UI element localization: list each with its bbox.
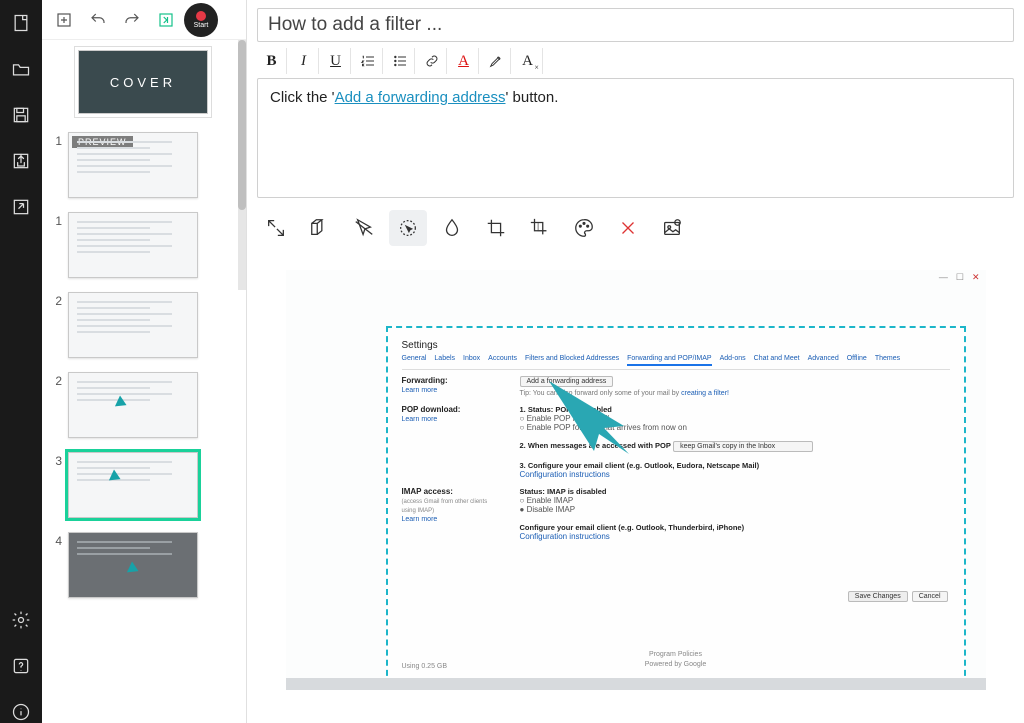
step-number: 4 [48, 532, 62, 548]
record-label: Start [194, 22, 209, 29]
italic-button[interactable]: I [289, 48, 319, 74]
step-thumb-4[interactable] [68, 532, 198, 598]
link-button[interactable] [417, 48, 447, 74]
merge-button[interactable] [150, 4, 182, 36]
taskbar [286, 678, 986, 690]
settings-heading: Settings [402, 340, 950, 351]
pointer-icon[interactable] [345, 210, 383, 246]
save-icon[interactable] [10, 104, 32, 126]
settings-footer-buttons: Save Changes Cancel [848, 591, 948, 602]
step-row: 1 [48, 212, 238, 278]
redo-button[interactable] [116, 4, 148, 36]
bold-button[interactable]: B [257, 48, 287, 74]
spotlight-icon[interactable] [389, 210, 427, 246]
record-button[interactable]: Start [184, 3, 218, 37]
steps-toolbar: Start [42, 0, 246, 40]
screenshot-canvas[interactable]: —☐✕ Settings General Labels Inbox Accoun… [247, 254, 1024, 723]
window-controls: —☐✕ [939, 272, 980, 283]
cancel-button: Cancel [912, 591, 948, 602]
help-icon[interactable] [10, 655, 32, 677]
step-number: 2 [48, 372, 62, 388]
format-toolbar: B I U A A× [247, 48, 1024, 78]
add-step-button[interactable] [48, 4, 80, 36]
open-icon[interactable] [10, 58, 32, 80]
image-toolbar [247, 208, 1024, 254]
tab-forwarding: Forwarding and POP/IMAP [627, 355, 711, 366]
step-row: 2 [48, 372, 238, 438]
replace-image-icon[interactable] [653, 210, 691, 246]
save-changes-button: Save Changes [848, 591, 908, 602]
desc-text: Click the ' [270, 89, 335, 106]
blur-icon[interactable] [433, 210, 471, 246]
delete-icon[interactable] [609, 210, 647, 246]
step-row: 1 PREVIEW [48, 132, 238, 198]
share-icon[interactable] [10, 196, 32, 218]
step-number: 3 [48, 452, 62, 468]
text-color-button[interactable]: A [449, 48, 479, 74]
step-number: 1 [48, 132, 62, 148]
info-icon[interactable] [10, 701, 32, 723]
settings-panel: Settings General Labels Inbox Accounts F… [394, 334, 958, 678]
step-number: 2 [48, 292, 62, 308]
highlight-button[interactable] [481, 48, 511, 74]
rectangle-icon[interactable] [301, 210, 339, 246]
steps-list[interactable]: COVER 1 PREVIEW 1 2 2 3 [42, 40, 246, 723]
selection-box[interactable]: Settings General Labels Inbox Accounts F… [386, 326, 966, 686]
screenshot: —☐✕ Settings General Labels Inbox Accoun… [286, 270, 986, 690]
clear-format-button[interactable]: A× [513, 48, 543, 74]
ordered-list-button[interactable] [353, 48, 383, 74]
desc-link: Add a forwarding address [335, 89, 506, 106]
step-thumb-1b[interactable] [68, 212, 198, 278]
app-rail [0, 0, 42, 723]
underline-button[interactable]: U [321, 48, 351, 74]
expand-icon[interactable] [257, 210, 295, 246]
settings-icon[interactable] [10, 609, 32, 631]
undo-button[interactable] [82, 4, 114, 36]
desc-text: ' button. [506, 89, 559, 106]
new-doc-icon[interactable] [10, 12, 32, 34]
step-row: 3 [48, 452, 238, 518]
cover-slide[interactable]: COVER [78, 50, 208, 114]
step-thumb-1a[interactable]: PREVIEW [68, 132, 198, 198]
unordered-list-button[interactable] [385, 48, 415, 74]
step-row: 4 [48, 532, 238, 598]
export-icon[interactable] [10, 150, 32, 172]
step-thumb-2b[interactable] [68, 372, 198, 438]
step-thumb-3[interactable] [68, 452, 198, 518]
step-thumb-2a[interactable] [68, 292, 198, 358]
steps-panel: Start COVER 1 PREVIEW 1 2 2 [42, 0, 247, 723]
steps-scrollbar[interactable] [238, 40, 246, 290]
step-row: 2 [48, 292, 238, 358]
multicrop-icon[interactable] [521, 210, 559, 246]
editor-panel: B I U A A× Click the 'Add a forwarding a… [247, 0, 1024, 723]
crop-icon[interactable] [477, 210, 515, 246]
settings-tabs: General Labels Inbox Accounts Filters an… [402, 355, 950, 370]
palette-icon[interactable] [565, 210, 603, 246]
step-number: 1 [48, 212, 62, 228]
step-description[interactable]: Click the 'Add a forwarding address' but… [257, 78, 1014, 198]
step-title-input[interactable] [257, 8, 1014, 42]
footer-links: Program PoliciesPowered by Google [645, 650, 706, 670]
storage-usage: Using 0.25 GB [402, 663, 448, 670]
